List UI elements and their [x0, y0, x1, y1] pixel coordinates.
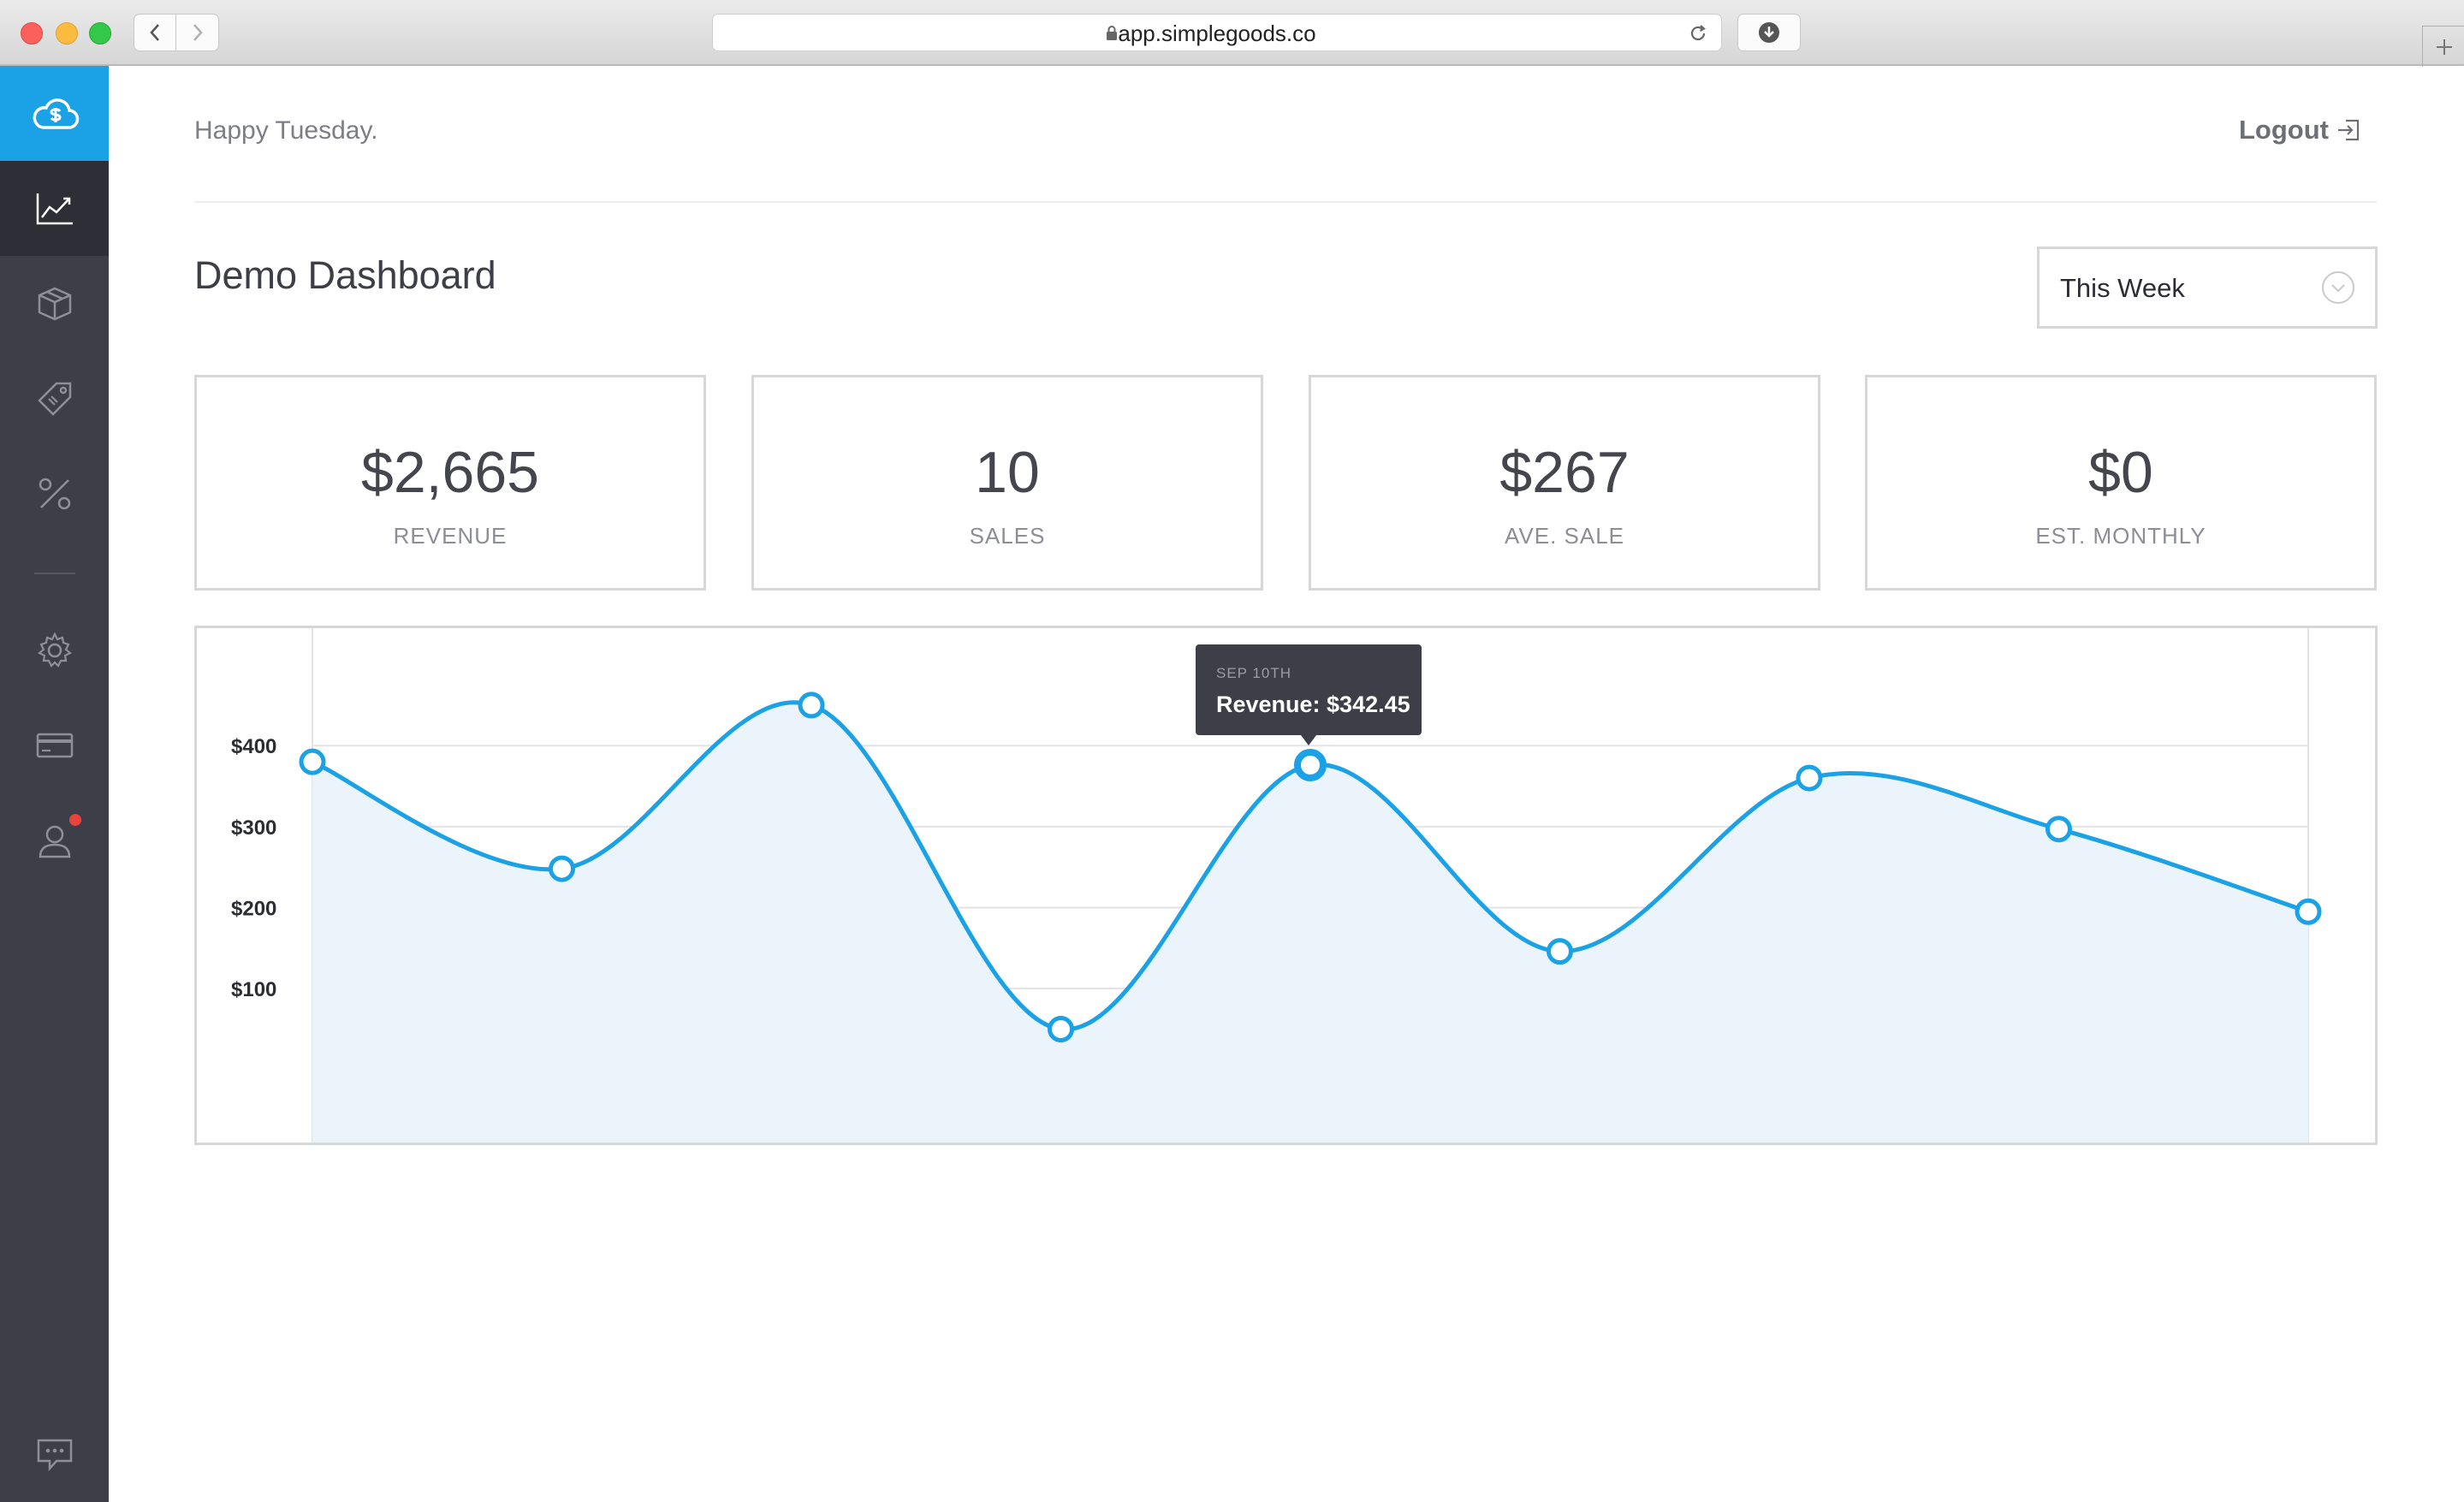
notification-badge: [69, 814, 81, 826]
cloud-logo-icon: [33, 98, 79, 129]
header-divider: [194, 201, 2377, 203]
sidebar-item-coupons[interactable]: [0, 351, 109, 446]
page-title: Demo Dashboard: [194, 253, 496, 297]
stat-value: $2,665: [361, 440, 539, 505]
stat-label: REVENUE: [393, 523, 508, 549]
stat-card-revenue: $2,665 REVENUE: [194, 375, 706, 591]
credit-card-icon: [36, 733, 73, 757]
percent-icon: [39, 478, 70, 509]
data-point: [549, 855, 575, 882]
y-tick-label: $200: [231, 898, 276, 921]
gear-icon: [37, 632, 72, 668]
sidebar: [0, 66, 109, 1502]
sidebar-item-products[interactable]: [0, 256, 109, 351]
sidebar-item-analytics[interactable]: [0, 161, 109, 256]
stat-card-average-sale: $267 AVE. SALE: [1309, 375, 1820, 591]
stat-card-sales: 10 SALES: [751, 375, 1263, 591]
sidebar-item-settings[interactable]: [0, 603, 109, 698]
minimize-window-button[interactable]: [56, 22, 78, 45]
y-tick-label: $400: [231, 735, 276, 758]
y-tick-label: $100: [231, 978, 276, 1001]
stat-value: $0: [2088, 440, 2153, 505]
new-tab-icon: [2436, 39, 2452, 55]
address-bar[interactable]: app.simplegoods.co: [712, 14, 1722, 51]
data-point: [1048, 1015, 1074, 1042]
period-select[interactable]: This Week: [2037, 246, 2378, 329]
close-window-button[interactable]: [21, 22, 43, 45]
stat-value: $267: [1499, 440, 1630, 505]
logout-button[interactable]: Logout: [2239, 115, 2361, 145]
url-text: app.simplegoods.co: [1118, 21, 1316, 46]
logout-icon: [2338, 119, 2360, 141]
user-icon: [39, 825, 70, 858]
downloads-button[interactable]: [1737, 14, 1801, 51]
chart-icon: [36, 193, 73, 224]
sidebar-item-billing[interactable]: [0, 698, 109, 793]
tooltip-date: SEP 10TH: [1216, 665, 1292, 681]
data-point-highlighted: [1294, 748, 1327, 781]
stat-label: EST. MONTHLY: [2035, 523, 2206, 549]
chat-icon: [37, 1439, 72, 1471]
forward-icon: [193, 24, 203, 41]
sidebar-logo[interactable]: [0, 66, 109, 161]
data-point: [798, 692, 825, 719]
zoom-window-button[interactable]: [89, 22, 111, 45]
period-select-value: This Week: [2060, 273, 2185, 303]
box-icon: [38, 287, 71, 320]
new-tab-button[interactable]: [2422, 26, 2464, 67]
tag-icon: [37, 382, 71, 416]
data-point: [2045, 816, 2072, 843]
stat-label: SALES: [969, 523, 1046, 549]
tooltip-value: Revenue: $342.45: [1216, 692, 1410, 717]
sidebar-divider: [34, 573, 75, 574]
greeting-text: Happy Tuesday.: [194, 116, 378, 145]
stat-value: 10: [975, 440, 1040, 505]
sidebar-item-account[interactable]: [0, 793, 109, 888]
logout-label: Logout: [2239, 115, 2330, 145]
download-icon: [1759, 22, 1779, 43]
back-icon: [150, 24, 159, 41]
back-button[interactable]: [134, 14, 176, 51]
reload-icon[interactable]: [1687, 22, 1709, 45]
data-point: [2295, 898, 2322, 925]
y-tick-label: $300: [231, 816, 276, 840]
sidebar-item-discounts[interactable]: [0, 446, 109, 541]
chart-tooltip: SEP 10TH Revenue: $342.45: [1196, 644, 1422, 745]
browser-toolbar: app.simplegoods.co: [0, 0, 2464, 67]
forward-button[interactable]: [176, 14, 219, 51]
chevron-down-icon: [2322, 271, 2354, 304]
stat-card-est-monthly: $0 EST. MONTHLY: [1865, 375, 2377, 591]
stat-label: AVE. SALE: [1504, 523, 1625, 549]
data-point: [1547, 938, 1573, 965]
data-point: [299, 748, 326, 775]
sidebar-item-chat[interactable]: [0, 1407, 109, 1502]
data-point: [1796, 764, 1823, 792]
